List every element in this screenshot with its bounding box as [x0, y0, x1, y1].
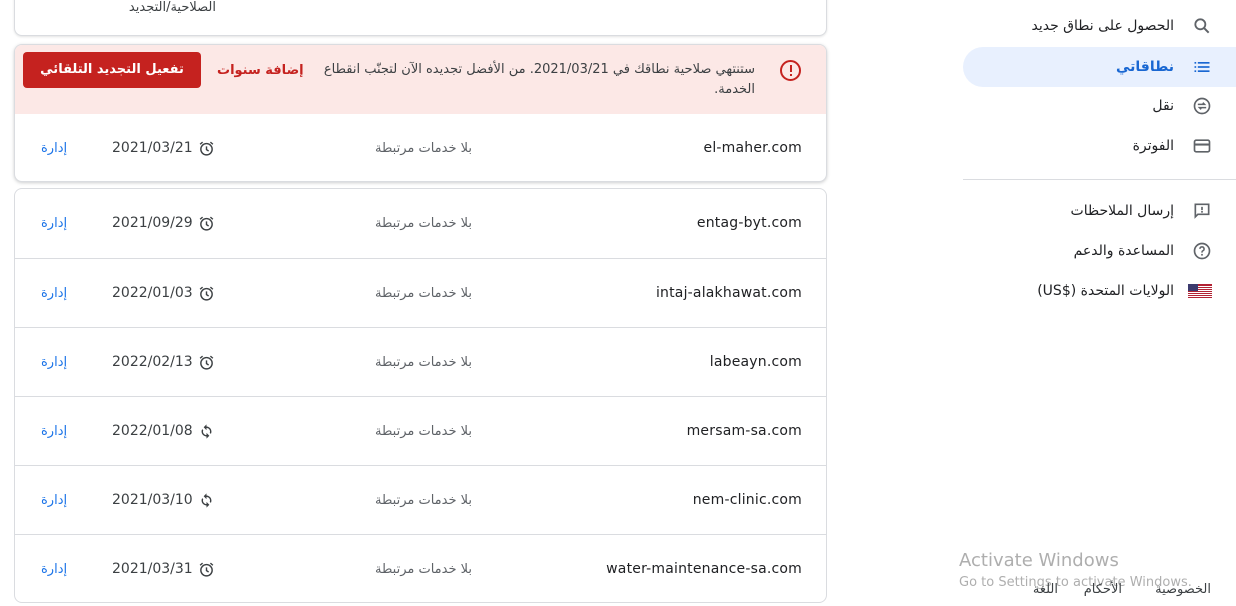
- sidebar-item-get-new-domain[interactable]: الحصول على نطاق جديد: [963, 6, 1236, 46]
- autorenew-icon: [201, 493, 212, 508]
- sidebar-item-send-feedback[interactable]: إرسال الملاحظات: [963, 191, 1236, 231]
- alarm-icon: [199, 286, 214, 301]
- sidebar-item-label: الولايات المتحدة ($US): [1037, 283, 1174, 299]
- enable-auto-renew-button[interactable]: تفعيل التجديد التلقائي: [23, 52, 201, 88]
- manage-link[interactable]: إدارة: [41, 189, 67, 258]
- sidebar-item-label: إرسال الملاحظات: [1070, 203, 1174, 219]
- error-icon: [780, 60, 801, 81]
- linked-services: بلا خدمات مرتبطة: [375, 562, 472, 577]
- linked-services: بلا خدمات مرتبطة: [375, 355, 472, 370]
- alarm-icon: [199, 562, 214, 577]
- sidebar-item-billing[interactable]: الفوترة: [963, 126, 1236, 166]
- expiry-date: 2021/09/29: [112, 215, 193, 231]
- sidebar-item-label: نطاقاتي: [1116, 59, 1174, 75]
- linked-services: بلا خدمات مرتبطة: [375, 216, 472, 231]
- domain-name[interactable]: nem-clinic.com: [693, 466, 802, 535]
- credit-card-icon: [1193, 139, 1211, 153]
- search-icon: [1194, 18, 1210, 34]
- activate-windows-title: Activate Windows: [959, 550, 1119, 571]
- table-row[interactable]: entag-byt.com بلا خدمات مرتبطة 2021/09/2…: [15, 189, 826, 258]
- table-row[interactable]: labeayn.com بلا خدمات مرتبطة 2022/02/13 …: [15, 327, 826, 396]
- linked-services: بلا خدمات مرتبطة: [375, 141, 472, 156]
- domain-name[interactable]: el-maher.com: [704, 114, 802, 181]
- sidebar-item-help[interactable]: المساعدة والدعم: [963, 231, 1236, 271]
- help-icon: [1193, 242, 1211, 260]
- table-row[interactable]: nem-clinic.com بلا خدمات مرتبطة 2021/03/…: [15, 465, 826, 534]
- add-years-button[interactable]: إضافة سنوات: [217, 63, 304, 78]
- manage-link[interactable]: إدارة: [41, 397, 67, 466]
- expiry-alert-banner: ستنتهي صلاحية نطاقك في 2021/03/21. من ال…: [15, 45, 826, 114]
- expiry-date: 2021/03/31: [112, 561, 193, 577]
- domain-list: entag-byt.com بلا خدمات مرتبطة 2021/09/2…: [14, 188, 827, 603]
- expiring-domain-card: ستنتهي صلاحية نطاقك في 2021/03/21. من ال…: [14, 44, 827, 182]
- domain-name[interactable]: intaj-alakhawat.com: [656, 259, 802, 328]
- sidebar-item-label: المساعدة والدعم: [1073, 243, 1174, 259]
- sidebar-item-label: الفوترة: [1132, 138, 1174, 154]
- manage-link[interactable]: إدارة: [41, 259, 67, 328]
- manage-link[interactable]: إدارة: [41, 466, 67, 535]
- sidebar-item-transfer[interactable]: نقل: [963, 86, 1236, 126]
- expiry-date: 2022/02/13: [112, 354, 193, 370]
- sidebar-item-region[interactable]: الولايات المتحدة ($US): [963, 271, 1236, 311]
- alarm-icon: [199, 216, 214, 231]
- domain-name[interactable]: entag-byt.com: [697, 189, 802, 258]
- expiry-date: 2022/01/03: [112, 285, 193, 301]
- expiry-alert-message: ستنتهي صلاحية نطاقك في 2021/03/21. من ال…: [323, 62, 755, 97]
- manage-link[interactable]: إدارة: [41, 535, 67, 602]
- linked-services: بلا خدمات مرتبطة: [375, 493, 472, 508]
- table-row[interactable]: el-maher.com بلا خدمات مرتبطة 2021/03/21…: [15, 114, 826, 181]
- transfer-icon: [1193, 97, 1211, 115]
- alarm-icon: [199, 141, 214, 156]
- sidebar-divider: [963, 179, 1236, 180]
- privacy-link[interactable]: الخصوصية: [1155, 582, 1211, 597]
- sidebar-item-label: الحصول على نطاق جديد: [1031, 18, 1174, 34]
- us-flag-icon: [1188, 284, 1212, 298]
- expiry-date: 2021/03/10: [112, 492, 193, 508]
- domain-name[interactable]: labeayn.com: [710, 328, 802, 397]
- feedback-icon: [1194, 203, 1210, 219]
- linked-services: بلا خدمات مرتبطة: [375, 286, 472, 301]
- expiry-renewal-column-header: الصلاحية/التجديد: [128, 0, 216, 15]
- domain-name[interactable]: mersam-sa.com: [687, 397, 802, 466]
- list-icon: [1194, 62, 1210, 72]
- language-link[interactable]: اللغة: [1033, 582, 1058, 597]
- table-row[interactable]: water-maintenance-sa.com بلا خدمات مرتبط…: [15, 534, 826, 602]
- terms-link[interactable]: الأحكام: [1084, 582, 1122, 597]
- linked-services: بلا خدمات مرتبطة: [375, 424, 472, 439]
- domain-name[interactable]: water-maintenance-sa.com: [606, 535, 802, 602]
- table-row[interactable]: mersam-sa.com بلا خدمات مرتبطة 2022/01/0…: [15, 396, 826, 465]
- manage-link[interactable]: إدارة: [41, 328, 67, 397]
- alarm-icon: [199, 355, 214, 370]
- domain-table-header-card: الصلاحية/التجديد: [14, 0, 827, 36]
- expiry-date: 2021/03/21: [112, 140, 193, 156]
- autorenew-icon: [201, 424, 212, 439]
- sidebar-item-label: نقل: [1152, 98, 1174, 114]
- sidebar-item-my-domains[interactable]: نطاقاتي: [963, 47, 1236, 87]
- expiry-date: 2022/01/08: [112, 423, 193, 439]
- manage-link[interactable]: إدارة: [41, 114, 67, 181]
- table-row[interactable]: intaj-alakhawat.com بلا خدمات مرتبطة 202…: [15, 258, 826, 327]
